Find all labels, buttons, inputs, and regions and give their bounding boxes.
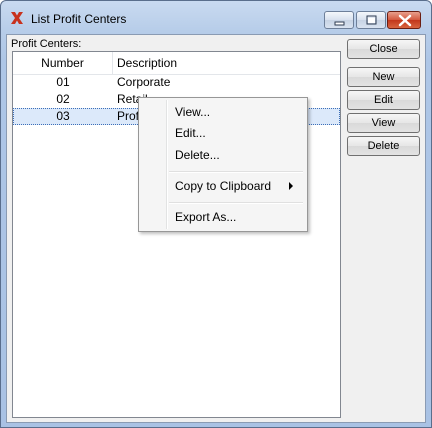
menu-item-delete[interactable]: Delete...: [141, 145, 305, 165]
delete-button[interactable]: Delete: [347, 136, 420, 156]
x-logo-icon: [10, 11, 24, 25]
cell-number: 01: [56, 75, 70, 89]
menu-item-view[interactable]: View...: [141, 102, 305, 122]
menu-separator: [169, 202, 303, 204]
menu-item-label: View...: [175, 105, 211, 119]
close-window-button[interactable]: [387, 11, 421, 29]
menu-item-label: Edit...: [175, 126, 206, 140]
column-header-description[interactable]: Description: [117, 52, 340, 74]
cell-number: 03: [56, 109, 70, 123]
menu-item-copy-to-clipboard[interactable]: Copy to Clipboard: [141, 176, 305, 196]
column-header-number[interactable]: Number: [13, 52, 113, 74]
list-caption: Profit Centers:: [11, 38, 82, 50]
minimize-icon: [334, 21, 345, 26]
close-icon: [398, 14, 412, 27]
minimize-button[interactable]: [324, 11, 354, 29]
menu-item-label: Export As...: [175, 210, 237, 224]
title-bar[interactable]: List Profit Centers: [1, 1, 431, 33]
cell-description: Prof: [117, 109, 140, 123]
edit-button[interactable]: Edit: [347, 90, 420, 110]
context-menu: View... Edit... Delete... Copy to Clipbo…: [138, 97, 308, 232]
menu-separator: [169, 171, 303, 173]
window-title: List Profit Centers: [31, 12, 127, 26]
maximize-icon: [366, 15, 377, 25]
new-button[interactable]: New: [347, 67, 420, 87]
menu-item-edit[interactable]: Edit...: [141, 123, 305, 143]
cell-number: 02: [56, 92, 70, 106]
cell-description: Corporate: [117, 75, 171, 89]
menu-item-export-as[interactable]: Export As...: [141, 207, 305, 227]
view-button[interactable]: View: [347, 113, 420, 133]
menu-item-label: Delete...: [175, 148, 220, 162]
close-button[interactable]: Close: [347, 39, 420, 59]
maximize-button[interactable]: [356, 11, 386, 29]
table-row[interactable]: 01 Corporate: [13, 74, 340, 91]
chevron-right-icon: [289, 182, 293, 190]
list-header: Number Description: [13, 52, 340, 75]
menu-item-label: Copy to Clipboard: [175, 179, 272, 193]
